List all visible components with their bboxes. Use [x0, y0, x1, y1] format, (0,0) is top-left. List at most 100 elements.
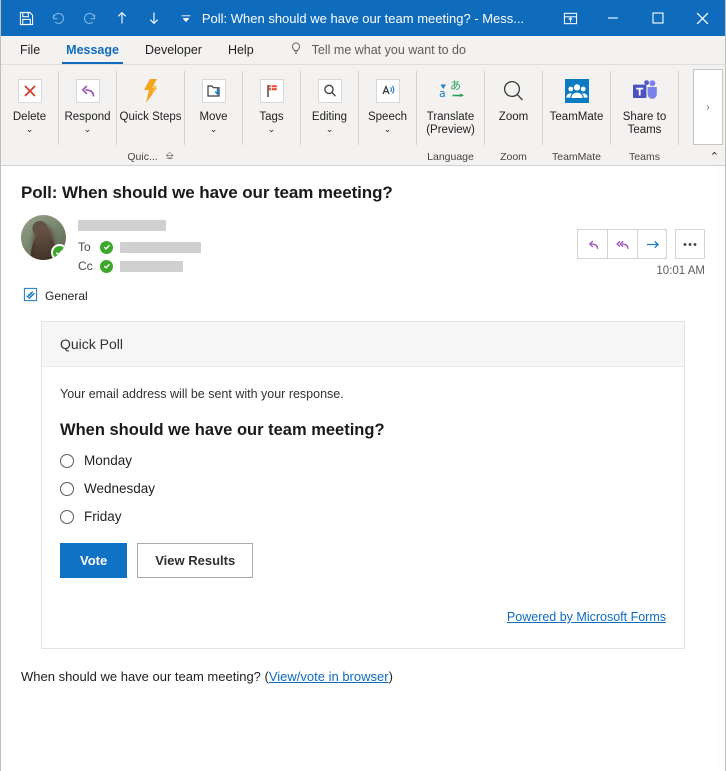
minimize-button[interactable]: [590, 0, 635, 36]
forward-button[interactable]: [637, 229, 667, 259]
ribbon-group-quicksteps-label: Quic... ⎒: [117, 148, 184, 165]
poll-card-body: Your email address will be sent with you…: [42, 367, 684, 648]
poll-option-wednesday[interactable]: Wednesday: [60, 481, 666, 496]
more-actions-button[interactable]: [675, 229, 705, 259]
ribbon-group-editing-label: [301, 148, 358, 165]
poll-option-monday[interactable]: Monday: [60, 453, 666, 468]
quick-access-toolbar: [1, 4, 201, 32]
dialog-launcher-icon[interactable]: ⎒: [166, 151, 174, 162]
share-to-teams-icon: [629, 74, 661, 108]
poll-buttons: Vote View Results: [60, 543, 666, 578]
radio-icon[interactable]: [60, 481, 74, 496]
delete-label: Delete: [12, 111, 47, 123]
close-button[interactable]: [680, 0, 725, 36]
title-bar: Poll: When should we have our team meeti…: [1, 0, 725, 36]
poll-question: When should we have our team meeting?: [60, 421, 385, 439]
powered-by-microsoft-forms-link[interactable]: Powered by Microsoft Forms: [507, 610, 666, 624]
outlook-message-window: Poll: When should we have our team meeti…: [0, 0, 726, 771]
ribbon-group-language: aあ Translate (Preview) Language: [417, 65, 484, 165]
tell-me-label: Tell me what you want to do: [311, 43, 466, 57]
tags-button[interactable]: Tags ⌄: [243, 69, 300, 134]
speech-button[interactable]: Speech ⌄: [359, 69, 416, 134]
speech-label: Speech: [367, 111, 407, 123]
editing-button[interactable]: Editing ⌄: [301, 69, 358, 134]
ribbon-group-teammate: TeamMate TeamMate: [543, 65, 610, 165]
ribbon-group-tags-label: [243, 148, 300, 165]
radio-icon[interactable]: [60, 453, 74, 468]
poll-card: Quick Poll Your email address will be se…: [41, 321, 685, 649]
save-icon[interactable]: [11, 4, 41, 32]
ribbon-group-zoom-label: Zoom: [500, 150, 527, 163]
tab-help[interactable]: Help: [215, 36, 267, 64]
reply-button[interactable]: [577, 229, 607, 259]
translate-label: Translate (Preview): [426, 111, 475, 136]
tab-developer[interactable]: Developer: [132, 36, 215, 64]
ribbon-display-options-button[interactable]: [550, 0, 590, 36]
redaction-bar: [120, 260, 183, 272]
powered-by: Powered by Microsoft Forms: [60, 608, 666, 626]
zoom-label: Zoom: [498, 111, 529, 123]
delete-button[interactable]: Delete ⌄: [1, 69, 58, 134]
ribbon: Delete ⌄ Respond ⌄ Quick Steps Quic... ⎒…: [1, 65, 725, 166]
collapse-ribbon-button[interactable]: ⌃: [710, 150, 719, 163]
ribbon-group-editing: Editing ⌄: [301, 65, 358, 165]
redaction-bar: [120, 241, 201, 253]
respond-button[interactable]: Respond ⌄: [59, 69, 116, 134]
customize-quick-access-toolbar-icon[interactable]: [171, 4, 201, 32]
move-icon: [198, 74, 230, 108]
poll-option-label: Friday: [84, 509, 122, 524]
zoom-button[interactable]: Zoom: [485, 69, 542, 124]
redo-icon: [75, 4, 105, 32]
view-vote-in-browser-link[interactable]: View/vote in browser: [269, 669, 389, 684]
chevron-down-icon[interactable]: ⌄: [326, 124, 334, 134]
presence-available-icon: [51, 244, 66, 260]
poll-privacy-note: Your email address will be sent with you…: [60, 387, 344, 401]
translate-button[interactable]: aあ Translate (Preview): [417, 69, 484, 137]
teammate-button[interactable]: TeamMate: [543, 69, 610, 124]
poll-option-label: Wednesday: [84, 481, 156, 496]
tags-label: Tags: [259, 111, 284, 123]
to-label: To: [78, 240, 91, 254]
tab-message[interactable]: Message: [53, 36, 132, 64]
translate-icon: aあ: [434, 74, 468, 108]
tab-file[interactable]: File: [7, 36, 53, 64]
poll-option-friday[interactable]: Friday: [60, 509, 666, 524]
ribbon-overflow-button[interactable]: ›: [693, 69, 723, 145]
tell-me-search[interactable]: Tell me what you want to do: [267, 36, 476, 64]
ribbon-group-tags: Tags ⌄: [243, 65, 300, 165]
sensitivity-label[interactable]: General: [1, 273, 725, 305]
quick-steps-icon: [135, 74, 167, 108]
chevron-down-icon[interactable]: ⌄: [384, 124, 392, 134]
next-item-icon[interactable]: [139, 4, 169, 32]
avatar[interactable]: [21, 215, 66, 260]
view-results-button[interactable]: View Results: [137, 543, 254, 578]
previous-item-icon[interactable]: [107, 4, 137, 32]
ribbon-group-move: Move ⌄: [185, 65, 242, 165]
radio-icon[interactable]: [60, 509, 74, 524]
quick-steps-button[interactable]: Quick Steps: [117, 69, 184, 124]
body-text-before: When should we have our team meeting? (: [21, 669, 269, 684]
share-to-teams-label: Share to Teams: [622, 111, 667, 136]
respond-icon: [72, 74, 104, 108]
cc-line: Cc: [78, 259, 201, 273]
editing-label: Editing: [311, 111, 348, 123]
reading-pane-scrollbar[interactable]: [716, 166, 725, 769]
message-actions: [577, 229, 705, 259]
chevron-down-icon[interactable]: ⌄: [84, 124, 92, 134]
sensitivity-text: General: [45, 289, 88, 303]
chevron-down-icon[interactable]: ⌄: [210, 124, 218, 134]
chevron-down-icon[interactable]: ⌄: [26, 124, 34, 134]
vote-button[interactable]: Vote: [60, 543, 128, 578]
chevron-down-icon[interactable]: ⌄: [268, 124, 276, 134]
verified-icon: [100, 240, 113, 254]
move-button[interactable]: Move ⌄: [185, 69, 242, 134]
reply-all-button[interactable]: [607, 229, 637, 259]
body-text-after: ): [388, 669, 393, 684]
group-separator: [678, 71, 679, 145]
quicksteps-group-text: Quic...: [127, 150, 158, 163]
maximize-button[interactable]: [635, 0, 680, 36]
ribbon-group-respond: Respond ⌄: [59, 65, 116, 165]
share-to-teams-button[interactable]: Share to Teams: [611, 69, 678, 137]
ribbon-group-teams: Share to Teams Teams: [611, 65, 678, 165]
ribbon-group-language-label: Language: [427, 150, 474, 163]
